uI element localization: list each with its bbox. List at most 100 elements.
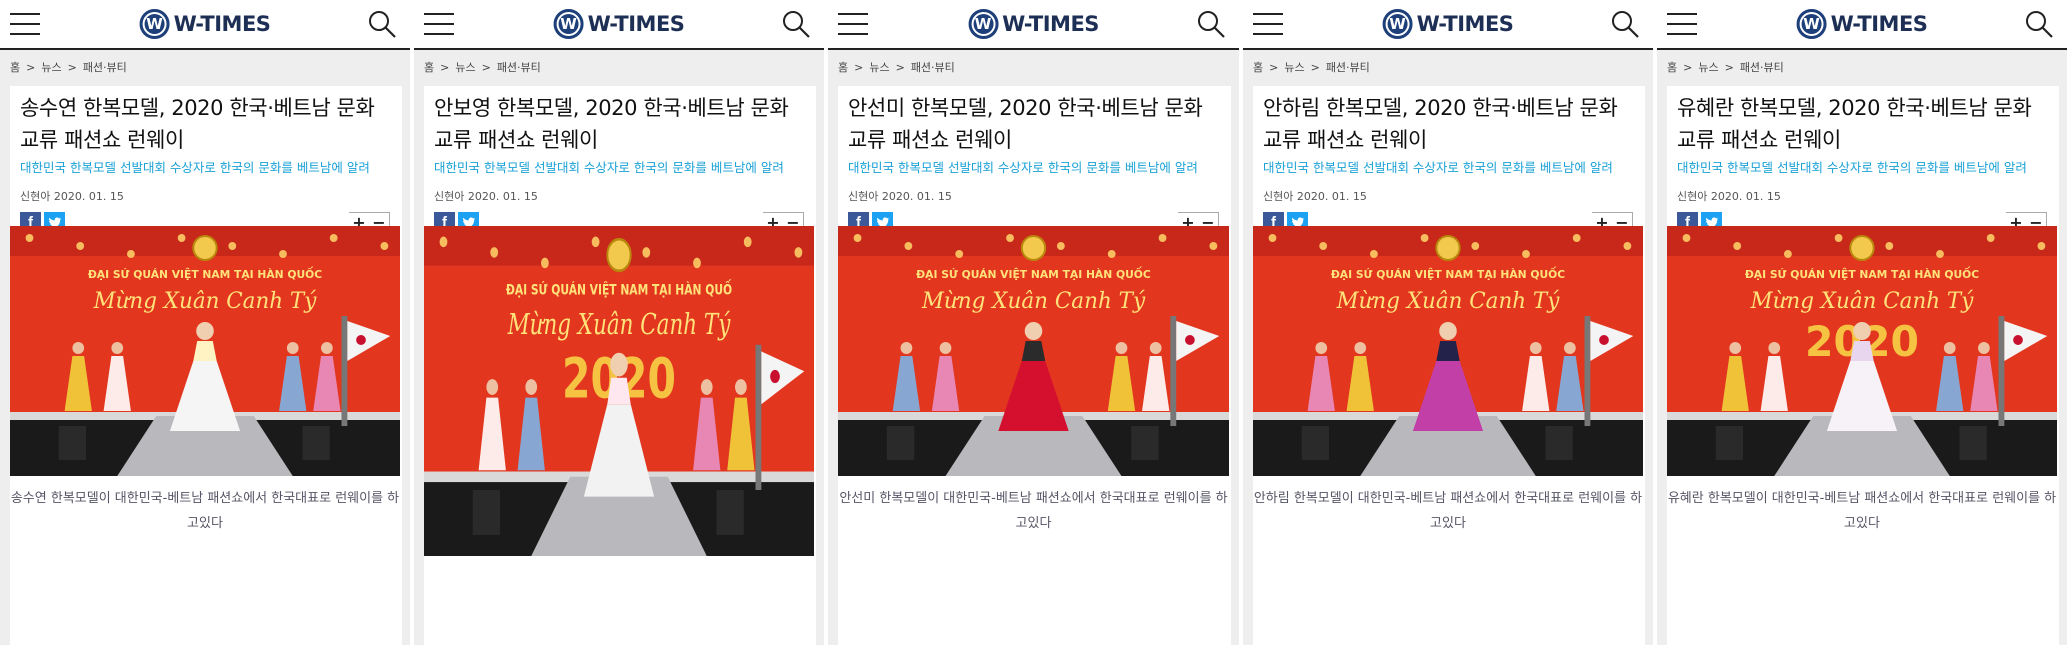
logo-mark: W [139,9,170,39]
stage-photo-graphic: ĐẠI SỨ QUÁN VIỆT NAM TẠI HÀN QUỐC Mừng Xu… [838,226,1229,476]
breadcrumb-separator: > [854,61,864,74]
photo-caption: 안선미 한복모델이 대한민국-베트남 패션쇼에서 한국대표로 런웨이를 하고있다 [839,491,1228,531]
breadcrumb-home[interactable]: 홈 [10,61,20,74]
search-icon[interactable] [1609,8,1641,40]
article-panel-1: W W-TIMES 홈 > 뉴스 > 패션·뷰티 송수연 한복모델, 2020 한국·베… [0,0,414,645]
logo-mark: W [1382,9,1413,39]
breadcrumb-separator: > [26,61,36,74]
article-subtitle: 대한민국 한복모델 선발대회 수상자로 한국의 문화를 베트남에 알려 [20,160,370,175]
search-icon[interactable] [1195,8,1227,40]
photo-caption: 송수연 한복모델이 대한민국-베트남 패션쇼에서 한국대표로 런웨이를 하고있다 [10,491,400,531]
top-bar: W W-TIMES [414,0,824,50]
article-photo: ĐẠI SỨ QUÁN VIỆT NAM TẠI HÀN QUỐC Mừng Xu… [838,226,1229,476]
logo-text: W-TIMES [1002,12,1099,36]
breadcrumb-separator: > [67,61,77,74]
photo-caption: 안하림 한복모델이 대한민국-베트남 패션쇼에서 한국대표로 런웨이를 하고있다 [1253,491,1643,531]
article-subtitle: 대한민국 한복모델 선발대회 수상자로 한국의 문화를 베트남에 알려 [1263,160,1613,175]
breadcrumb-news[interactable]: 뉴스 [869,61,889,74]
photo-caption: 유혜란 한복모델이 대한민국-베트남 패션쇼에서 한국대표로 런웨이를 하고있다 [1667,491,2057,531]
article-photo: ĐẠI SỨ QUÁN VIỆT NAM TẠI HÀN QUỐC Mừng Xu… [10,226,400,476]
hamburger-menu-icon[interactable] [424,13,454,35]
breadcrumb: 홈 > 뉴스 > 패션·뷰티 [828,50,1239,86]
breadcrumb-separator: > [481,61,491,74]
article-subtitle: 대한민국 한복모델 선발대회 수상자로 한국의 문화를 베트남에 알려 [848,160,1198,175]
site-logo[interactable]: W W-TIMES [1796,9,1928,39]
banner-script-text: Mừng Xuân Canh Tý [93,289,317,314]
stage-photo-graphic: ĐẠI SỨ QUÁN VIỆT NAM TẠI HÀN QUỐC Mừng Xu… [1253,226,1643,476]
hamburger-menu-icon[interactable] [838,13,868,35]
hamburger-menu-icon[interactable] [1253,13,1283,35]
breadcrumb-home[interactable]: 홈 [1253,61,1263,74]
site-logo[interactable]: W W-TIMES [139,9,271,39]
article-photo: ĐẠI SỨ QUÁN VIỆT NAM TẠI HÀN QUỐ Mừng Xuâ… [424,226,814,556]
article-byline: 신현아 2020. 01. 15 [1263,190,1367,203]
breadcrumb-fashion[interactable]: 패션·뷰티 [911,61,955,74]
breadcrumb: 홈 > 뉴스 > 패션·뷰티 [414,50,824,86]
logo-mark: W [553,9,584,39]
breadcrumb-news[interactable]: 뉴스 [1284,61,1304,74]
banner-script-text: Mừng Xuân Canh Tý [507,308,731,342]
logo-mark: W [968,9,999,39]
breadcrumb-news[interactable]: 뉴스 [1698,61,1718,74]
banner-script-text: Mừng Xuân Canh Tý [1750,289,1974,314]
article-title: 안보영 한복모델, 2020 한국·베트남 문화교류 패션쇼 런웨이 [434,96,789,152]
breadcrumb-fashion[interactable]: 패션·뷰티 [83,61,127,74]
article-title: 송수연 한복모델, 2020 한국·베트남 문화교류 패션쇼 런웨이 [20,96,375,152]
top-bar: W W-TIMES [0,0,410,50]
banner-text: ĐẠI SỨ QUÁN VIỆT NAM TẠI HÀN QUỐC [88,266,322,281]
breadcrumb: 홈 > 뉴스 > 패션·뷰티 [1243,50,1653,86]
logo-mark: W [1796,9,1827,39]
banner-script-text: Mừng Xuân Canh Tý [921,289,1146,314]
hamburger-menu-icon[interactable] [1667,13,1697,35]
search-icon[interactable] [780,8,812,40]
breadcrumb-separator: > [1683,61,1693,74]
article-title: 안선미 한복모델, 2020 한국·베트남 문화교류 패션쇼 런웨이 [848,96,1203,152]
breadcrumb-separator: > [440,61,450,74]
banner-script-text: Mừng Xuân Canh Tý [1336,289,1560,314]
logo-text: W-TIMES [1416,12,1514,36]
article-panel-5: W W-TIMES 홈 > 뉴스 > 패션·뷰티 유혜란 한복모델, 2020 한국·베… [1657,0,2071,645]
article-subtitle: 대한민국 한복모델 선발대회 수상자로 한국의 문화를 베트남에 알려 [1677,160,2027,175]
article-panel-2: W W-TIMES 홈 > 뉴스 > 패션·뷰티 안보영 한복모델, 2020 한국·베… [414,0,828,645]
stage-photo-graphic: ĐẠI SỨ QUÁN VIỆT NAM TẠI HÀN QUỐC Mừng Xu… [1667,226,2057,476]
banner-text: ĐẠI SỨ QUÁN VIỆT NAM TẠI HÀN QUỐC [1745,266,1979,281]
banner-text: ĐẠI SỨ QUÁN VIỆT NAM TẠI HÀN QUỐC [916,266,1151,281]
search-icon[interactable] [366,8,398,40]
article-photo: ĐẠI SỨ QUÁN VIỆT NAM TẠI HÀN QUỐC Mừng Xu… [1667,226,2057,476]
logo-text: W-TIMES [173,12,271,36]
article-title: 안하림 한복모델, 2020 한국·베트남 문화교류 패션쇼 런웨이 [1263,96,1618,152]
breadcrumb-fashion[interactable]: 패션·뷰티 [497,61,541,74]
breadcrumb-separator: > [1724,61,1734,74]
article-subtitle: 대한민국 한복모델 선발대회 수상자로 한국의 문화를 베트남에 알려 [434,160,784,175]
article-byline: 신현아 2020. 01. 15 [848,190,952,203]
article-byline: 신현아 2020. 01. 15 [1677,190,1781,203]
breadcrumb-home[interactable]: 홈 [1667,61,1677,74]
search-icon[interactable] [2023,8,2055,40]
stage-photo-graphic: ĐẠI SỨ QUÁN VIỆT NAM TẠI HÀN QUỐ Mừng Xuâ… [424,226,814,556]
breadcrumb-separator: > [1310,61,1320,74]
logo-text: W-TIMES [1830,12,1928,36]
breadcrumb-home[interactable]: 홈 [424,61,434,74]
article-panel-4: W W-TIMES 홈 > 뉴스 > 패션·뷰티 안하림 한복모델, 2020 한국·베… [1243,0,1657,645]
site-logo[interactable]: W W-TIMES [553,9,685,39]
breadcrumb: 홈 > 뉴스 > 패션·뷰티 [0,50,410,86]
site-logo[interactable]: W W-TIMES [1382,9,1514,39]
breadcrumb-news[interactable]: 뉴스 [455,61,475,74]
breadcrumb: 홈 > 뉴스 > 패션·뷰티 [1657,50,2067,86]
article-title: 유혜란 한복모델, 2020 한국·베트남 문화교류 패션쇼 런웨이 [1677,96,2032,152]
screenshot-strip: W W-TIMES 홈 > 뉴스 > 패션·뷰티 송수연 한복모델, 2020 한국·베… [0,0,2071,645]
site-logo[interactable]: W W-TIMES [968,9,1099,39]
banner-text: ĐẠI SỨ QUÁN VIỆT NAM TẠI HÀN QUỐ [506,279,732,299]
banner-text: ĐẠI SỨ QUÁN VIỆT NAM TẠI HÀN QUỐC [1331,266,1565,281]
logo-text: W-TIMES [587,12,685,36]
breadcrumb-news[interactable]: 뉴스 [41,61,61,74]
top-bar: W W-TIMES [1657,0,2067,50]
breadcrumb-home[interactable]: 홈 [838,61,848,74]
breadcrumb-fashion[interactable]: 패션·뷰티 [1326,61,1370,74]
stage-photo-graphic: ĐẠI SỨ QUÁN VIỆT NAM TẠI HÀN QUỐC Mừng Xu… [10,226,400,476]
breadcrumb-separator: > [895,61,905,74]
breadcrumb-fashion[interactable]: 패션·뷰티 [1740,61,1784,74]
top-bar: W W-TIMES [1243,0,1653,50]
hamburger-menu-icon[interactable] [10,13,40,35]
article-byline: 신현아 2020. 01. 15 [20,190,124,203]
